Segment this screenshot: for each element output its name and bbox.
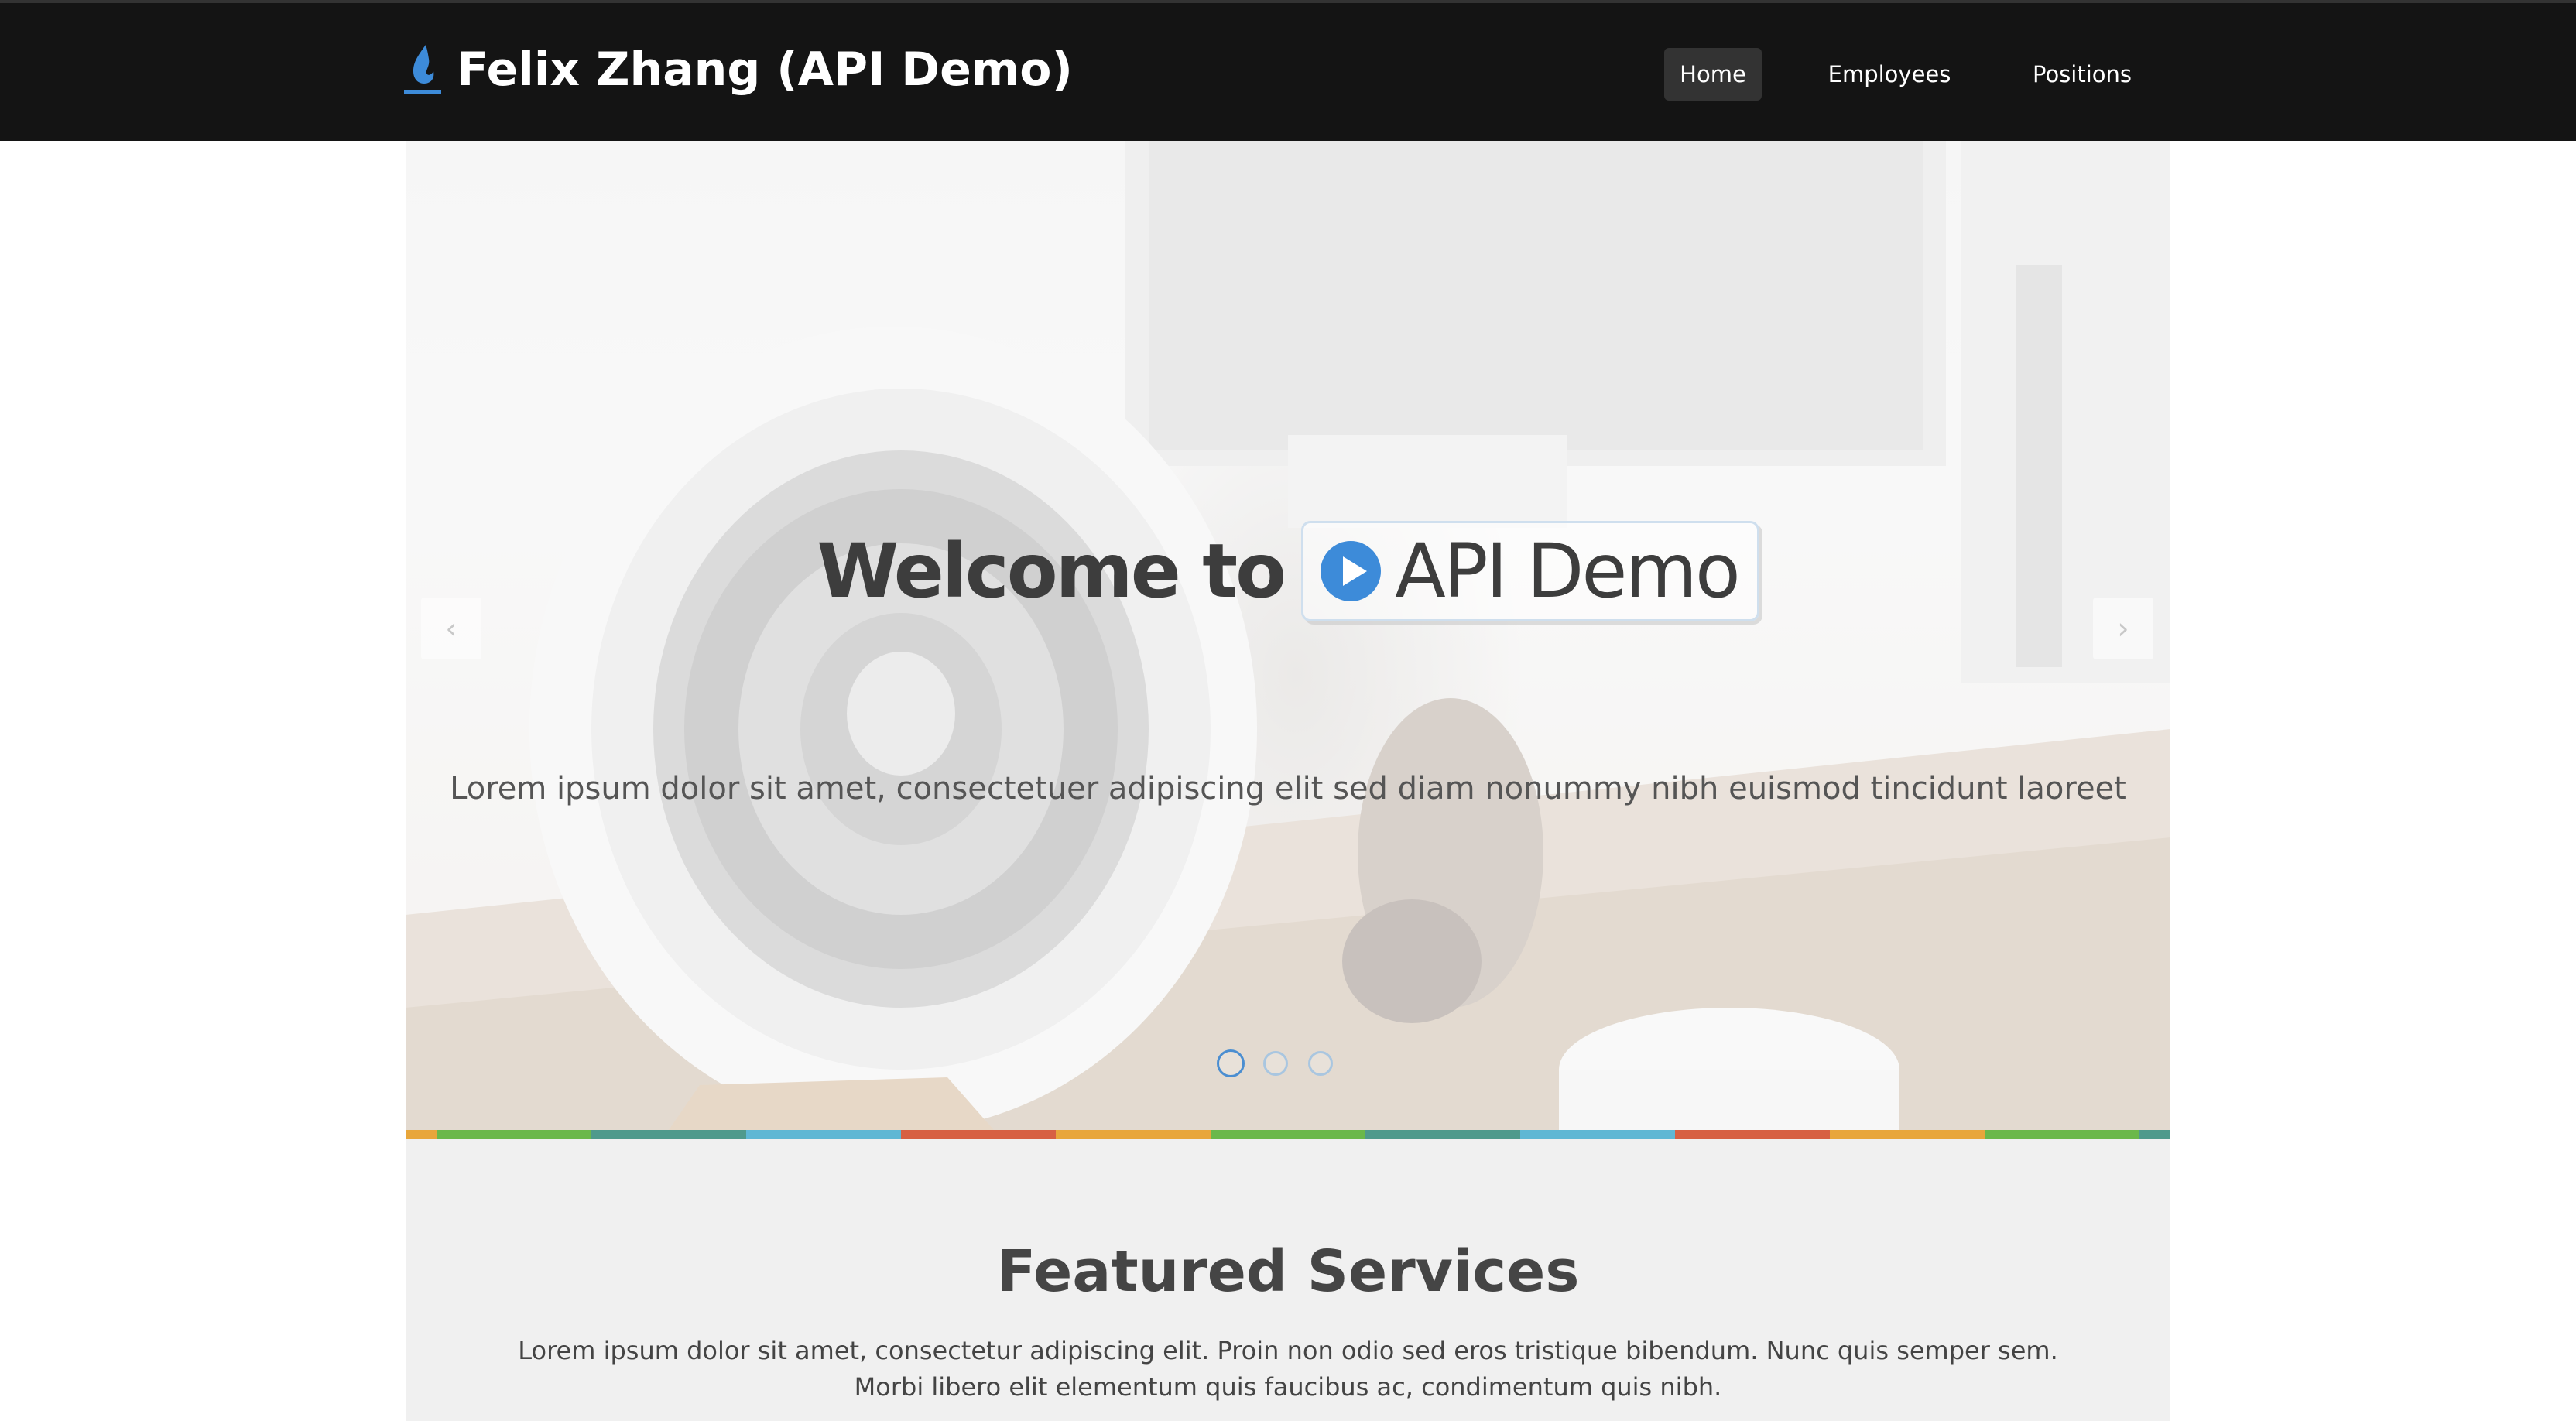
api-demo-badge: API Demo: [1301, 521, 1759, 621]
top-navbar: Felix Zhang (API Demo) Home Employees Po…: [0, 0, 2576, 141]
carousel-prev-button[interactable]: ‹: [421, 598, 481, 659]
color-strip-segment: [746, 1130, 901, 1139]
hero-carousel: Welcome to API Demo Lorem ipsum dolor si…: [406, 141, 2170, 1130]
color-strip-segment: [1985, 1130, 2139, 1139]
hero-headline: Welcome to API Demo: [406, 517, 2170, 625]
color-strip-segment: [1211, 1130, 1365, 1139]
color-strip-segment: [2139, 1130, 2170, 1139]
color-strip-segment: [1520, 1130, 1675, 1139]
featured-description: Lorem ipsum dolor sit amet, consectetur …: [406, 1333, 2170, 1406]
nav-employees[interactable]: Employees: [1817, 48, 1961, 101]
featured-description-line-2: Morbi libero elit elementum quis faucibu…: [854, 1372, 1722, 1402]
chevron-left-icon: ‹: [445, 611, 457, 645]
color-strip-segment: [1675, 1130, 1830, 1139]
carousel-indicator-3[interactable]: [1308, 1051, 1333, 1076]
featured-description-line-1: Lorem ipsum dolor sit amet, consectetur …: [518, 1336, 2058, 1365]
color-strip-divider: [406, 1130, 2170, 1139]
main-nav: Home Employees Positions: [0, 48, 2576, 101]
nav-positions[interactable]: Positions: [2020, 48, 2144, 101]
nav-home[interactable]: Home: [1664, 48, 1762, 101]
color-strip-segment: [1830, 1130, 1985, 1139]
color-strip-segment: [406, 1130, 437, 1139]
color-strip-segment: [437, 1130, 591, 1139]
color-strip-segment: [1365, 1130, 1520, 1139]
featured-title: Featured Services: [996, 1238, 1580, 1305]
carousel-next-button[interactable]: ›: [2093, 598, 2153, 659]
hero-headline-prefix: Welcome to: [817, 528, 1286, 615]
color-strip-segment: [901, 1130, 1056, 1139]
hero-overlay: [406, 141, 2170, 1130]
color-strip-segment: [591, 1130, 746, 1139]
api-demo-label: API Demo: [1395, 528, 1741, 615]
hero-subtitle: Lorem ipsum dolor sit amet, consectetuer…: [450, 771, 2126, 806]
carousel-indicator-1[interactable]: [1217, 1049, 1245, 1077]
chevron-right-icon: ›: [2117, 611, 2129, 645]
play-circle-icon: [1321, 541, 1382, 601]
color-strip-segment: [1056, 1130, 1211, 1139]
carousel-indicators: [0, 1049, 2576, 1079]
featured-services-section: Featured Services Lorem ipsum dolor sit …: [406, 1139, 2170, 1421]
carousel-indicator-2[interactable]: [1263, 1051, 1288, 1076]
